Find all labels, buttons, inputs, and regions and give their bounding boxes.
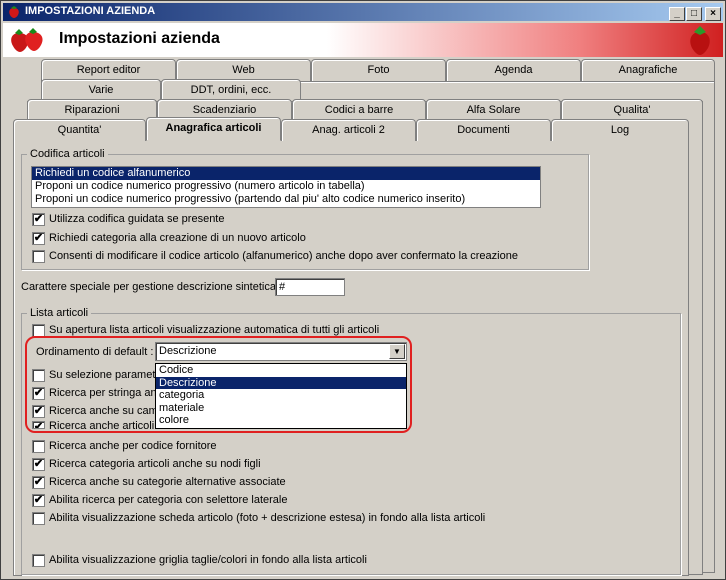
codifica-option[interactable]: Proponi un codice numerico progressivo (… [32, 193, 540, 206]
codifica-option[interactable]: Proponi un codice numerico progressivo (… [32, 180, 540, 193]
checkbox-label: Su selezione parametri [49, 369, 162, 381]
tab-varie[interactable]: Varie [41, 79, 161, 101]
title-bar: IMPOSTAZIONI AZIENDA _ □ × [3, 3, 723, 21]
maximize-button[interactable]: □ [686, 7, 702, 21]
tab-anagrafiche[interactable]: Anagrafiche [581, 59, 715, 81]
checkbox-label: Utilizza codifica guidata se presente [49, 213, 225, 225]
strawberries-logo-icon [11, 28, 43, 52]
minimize-button[interactable]: _ [669, 7, 685, 21]
tab-quantita[interactable]: Quantita' [13, 119, 146, 141]
checkbox-label: Ricerca per stringa anc [49, 387, 163, 399]
codifica-listbox[interactable]: Richiedi un codice alfanumerico Proponi … [31, 166, 541, 208]
ordinamento-dropdown-list[interactable]: Codice Descrizione categoria materiale c… [155, 363, 407, 429]
checkbox-label: Abilita visualizzazione scheda articolo … [49, 512, 486, 524]
tab-agenda[interactable]: Agenda [446, 59, 581, 81]
header-title: Impostazioni azienda [59, 30, 220, 47]
ordinamento-value: Descrizione [159, 345, 217, 357]
dropdown-option[interactable]: materiale [156, 402, 406, 415]
selettore-laterale-checkbox[interactable]: ✔ [32, 494, 45, 507]
carattere-label: Carattere speciale per gestione descrizi… [21, 281, 283, 293]
consenti-modifica-checkbox[interactable] [32, 250, 45, 263]
griglia-taglie-checkbox[interactable] [32, 554, 45, 567]
settings-window: IMPOSTAZIONI AZIENDA _ □ × Impostazioni … [0, 0, 726, 580]
tab-documenti[interactable]: Documenti [416, 119, 551, 141]
tab-anagrafica-articoli[interactable]: Anagrafica articoli [146, 117, 281, 141]
ordinamento-label: Ordinamento di default : [36, 346, 154, 358]
nodi-figli-checkbox[interactable]: ✔ [32, 458, 45, 471]
tab-anag-articoli-2[interactable]: Anag. articoli 2 [281, 119, 416, 141]
dropdown-option[interactable]: Codice [156, 364, 406, 377]
codifica-option[interactable]: Richiedi un codice alfanumerico [32, 167, 540, 180]
tab-web[interactable]: Web [176, 59, 311, 81]
tab-ddt-ordini[interactable]: DDT, ordini, ecc. [161, 79, 301, 101]
checkbox-label: Richiedi categoria alla creazione di un … [49, 232, 306, 244]
dropdown-arrow-icon[interactable]: ▼ [389, 344, 405, 359]
checkbox-label: Ricerca anche su cam [49, 405, 158, 417]
checkbox-label: Ricerca categoria articoli anche su nodi… [49, 458, 261, 470]
ricerca-articoli-checkbox[interactable]: ✔ [32, 421, 45, 429]
checkbox-label: Su apertura lista articoli visualizzazio… [49, 324, 380, 336]
categorie-alternative-checkbox[interactable]: ✔ [32, 476, 45, 489]
apertura-automatica-checkbox[interactable] [32, 324, 45, 337]
scheda-articolo-checkbox[interactable] [32, 512, 45, 525]
tab-report-editor[interactable]: Report editor [41, 59, 176, 81]
tab-codici-a-barre[interactable]: Codici a barre [292, 99, 426, 121]
richiedi-categoria-checkbox[interactable]: ✔ [32, 232, 45, 245]
utilizza-codifica-checkbox[interactable]: ✔ [32, 213, 45, 226]
dropdown-option[interactable]: categoria [156, 389, 406, 402]
window-title: IMPOSTAZIONI AZIENDA [25, 5, 156, 17]
codifica-group-title: Codifica articoli [27, 148, 108, 160]
tab-qualita[interactable]: Qualita' [561, 99, 703, 121]
ordinamento-select[interactable]: Descrizione ▼ [155, 342, 407, 361]
tab-riparazioni[interactable]: Riparazioni [27, 99, 157, 121]
strawberry-icon [690, 26, 710, 55]
lista-articoli-group-title: Lista articoli [27, 307, 92, 319]
checkbox-label: Abilita visualizzazione griglia taglie/c… [49, 554, 367, 566]
carattere-input[interactable]: # [275, 278, 345, 296]
checkbox-label: Ricerca anche articoli [49, 420, 155, 430]
tab-foto[interactable]: Foto [311, 59, 446, 81]
checkbox-label: Consenti di modificare il codice articol… [49, 250, 518, 262]
dropdown-option[interactable]: Descrizione [156, 376, 406, 389]
strawberry-icon [9, 6, 19, 18]
header-banner: Impostazioni azienda [3, 23, 723, 57]
checkbox-label: Abilita ricerca per categoria con selett… [49, 494, 288, 506]
tab-alfa-solare[interactable]: Alfa Solare [426, 99, 561, 121]
ricerca-stringa-checkbox[interactable]: ✔ [32, 387, 45, 400]
ricerca-campi-checkbox[interactable]: ✔ [32, 405, 45, 418]
selezione-parametri-checkbox[interactable] [32, 369, 45, 382]
checkbox-label: Ricerca anche per codice fornitore [49, 440, 217, 452]
codice-fornitore-checkbox[interactable] [32, 440, 45, 453]
tab-log[interactable]: Log [551, 119, 689, 141]
dropdown-option[interactable]: colore [156, 414, 406, 427]
close-button[interactable]: × [705, 7, 721, 21]
checkbox-label: Ricerca anche su categorie alternative a… [49, 476, 286, 488]
